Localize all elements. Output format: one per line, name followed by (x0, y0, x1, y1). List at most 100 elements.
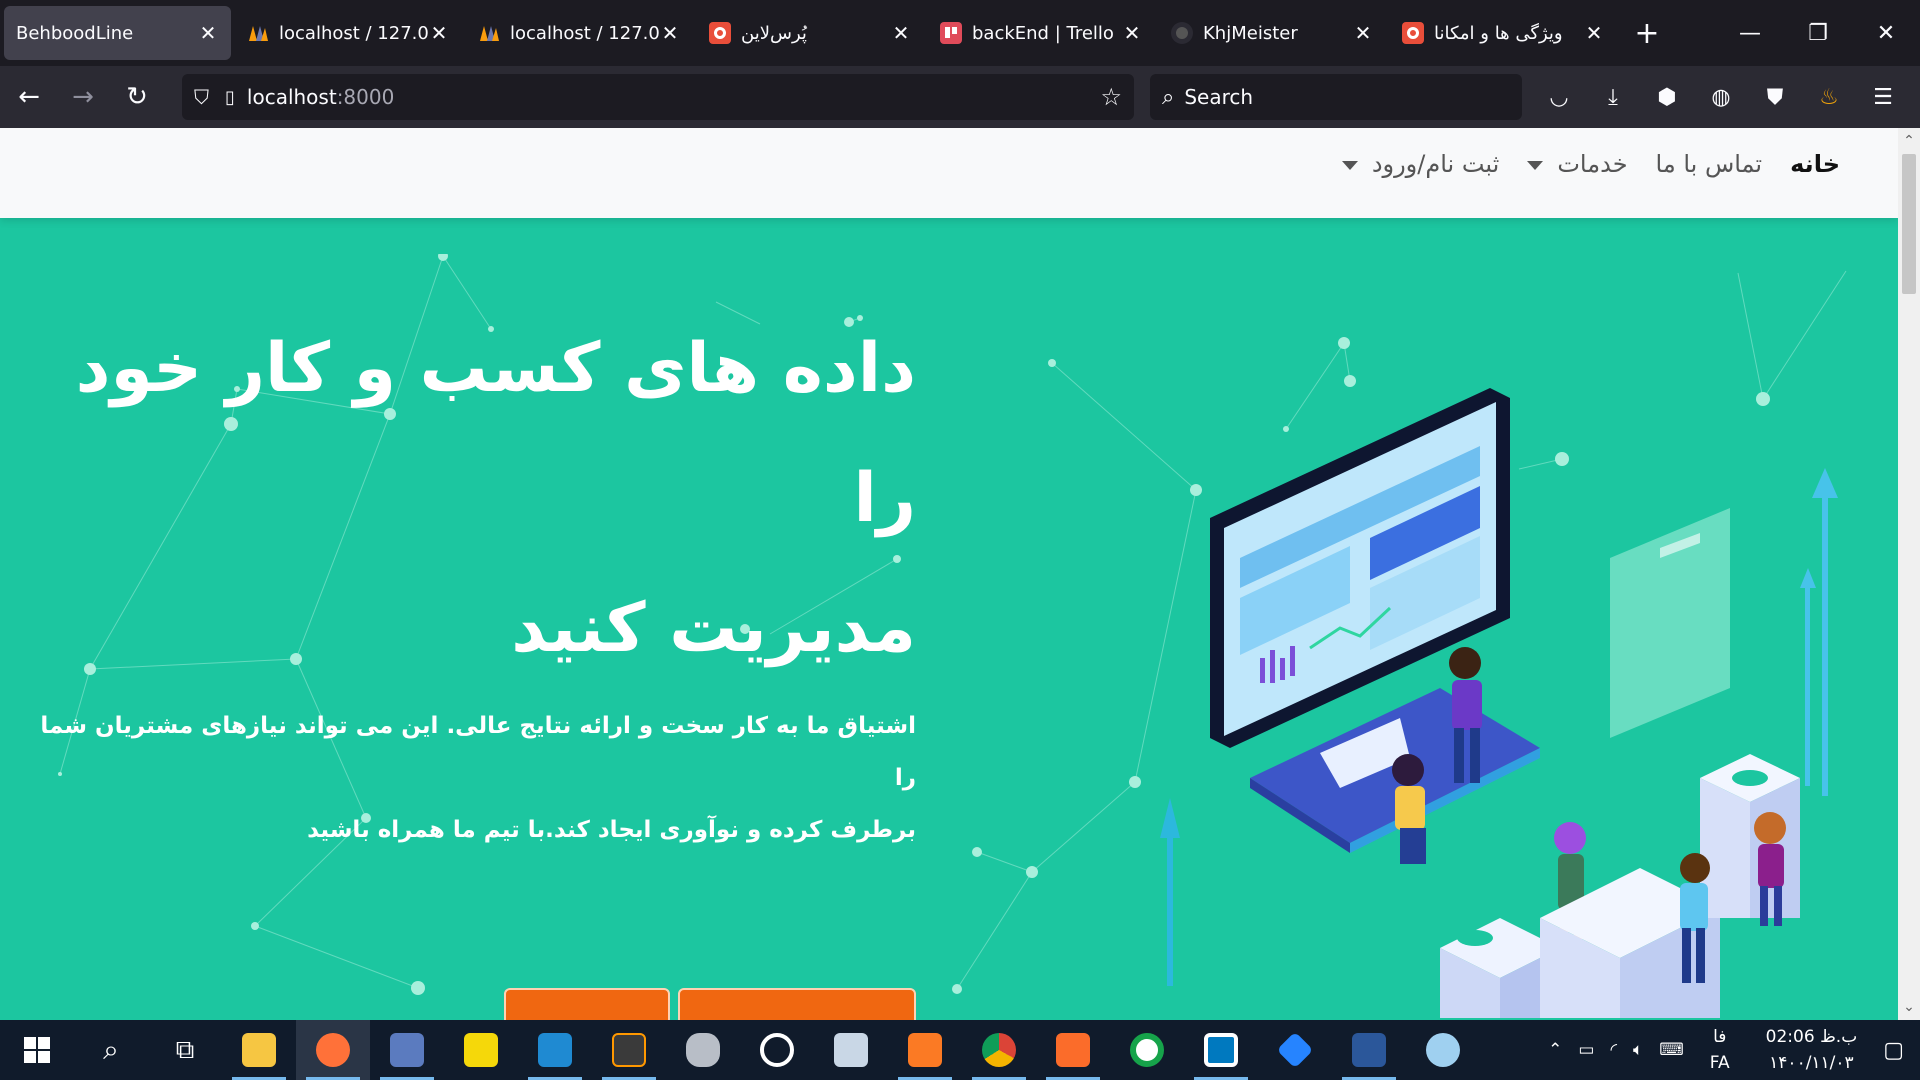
media-player-icon[interactable] (444, 1020, 518, 1080)
close-icon[interactable]: ✕ (428, 21, 450, 45)
address-bar[interactable]: ⛉ ▯ localhost:8000 ☆ (182, 74, 1134, 120)
close-icon[interactable]: ✕ (1121, 21, 1143, 45)
url-port: :8000 (336, 85, 395, 109)
bookmark-star-icon[interactable]: ☆ (1100, 83, 1122, 111)
restore-icon[interactable]: ❐ (1784, 0, 1852, 66)
network-tool-icon[interactable] (370, 1020, 444, 1080)
tab-title: ویژگی ها و امکانا (1434, 22, 1563, 44)
volume-icon[interactable]: 🔈︎ (1633, 1040, 1643, 1060)
word-icon[interactable] (1332, 1020, 1406, 1080)
ublock-icon[interactable]: ⛊ (1758, 80, 1792, 114)
vscode-icon[interactable] (518, 1020, 592, 1080)
extension-shield-icon[interactable]: ⬢ (1650, 80, 1684, 114)
language-bottom: FA (1709, 1053, 1730, 1073)
node-icon[interactable] (1110, 1020, 1184, 1080)
reload-icon[interactable]: ↻ (112, 75, 162, 119)
tab-trello[interactable]: backEnd | Trello ✕ (928, 6, 1155, 60)
nav-services[interactable]: خدمات (1527, 150, 1628, 178)
battery-icon[interactable]: ▭ (1578, 1040, 1594, 1060)
hamburger-menu-icon[interactable]: ☰ (1866, 80, 1900, 114)
url-text[interactable]: localhost:8000 (247, 85, 394, 109)
photo-icon[interactable] (814, 1020, 888, 1080)
new-tab-button[interactable]: + (1623, 9, 1671, 57)
paint-icon[interactable] (1406, 1020, 1480, 1080)
search-input[interactable]: ⌕ Search (1150, 74, 1522, 120)
start-icon[interactable] (0, 1020, 74, 1080)
extension-globe-icon[interactable]: ◍ (1704, 80, 1738, 114)
clock[interactable]: 02:06 ب.ظ ۱۴۰۰/۱۱/۰۳ (1766, 1024, 1858, 1076)
scroll-up-icon[interactable]: ⌃ (1898, 130, 1920, 152)
chevron-down-icon (1341, 160, 1358, 170)
notification-icon[interactable]: ▢ (1883, 1038, 1904, 1063)
nav-auth[interactable]: ثبت نام/ورود (1341, 150, 1500, 178)
navigation-toolbar: ← → ↻ ⛉ ▯ localhost:8000 ☆ ⌕ Search ◡ ⤓ … (0, 66, 1920, 128)
search-icon: ⌕ (1162, 84, 1175, 110)
tab-behboodline[interactable]: BehboodLine ✕ (4, 6, 231, 60)
minimize-icon[interactable]: — (1716, 0, 1784, 66)
tab-porsline[interactable]: پُرس‌لاین ✕ (697, 6, 924, 60)
close-icon[interactable]: ✕ (890, 21, 912, 45)
tab-title: localhost / 127.0.0 (510, 22, 659, 44)
close-icon[interactable]: ✕ (1583, 21, 1605, 45)
hero-subtitle-line1: اشتیاق ما به کار سخت و ارائه نتایج عالی.… (40, 713, 916, 791)
jetbrains-icon[interactable] (1036, 1020, 1110, 1080)
hero-headline-line1: داده های کسب و کار خود را (75, 329, 916, 538)
nav-services-label: خدمات (1557, 150, 1628, 178)
nav-home[interactable]: خانه (1790, 150, 1840, 178)
start-now-button[interactable]: هم اکنون شروع کنید (678, 988, 916, 1020)
hero-headline-line2: مدیریت کنید (511, 589, 916, 668)
nav-contact[interactable]: تماس با ما (1656, 150, 1763, 178)
hero-buttons: هم اکنون شروع کنید تماشای ویدئو (504, 988, 916, 1020)
page-scrollbar[interactable]: ⌃ ⌄ (1898, 128, 1920, 1020)
watch-video-button[interactable]: تماشای ویدئو (504, 988, 670, 1020)
tab-github[interactable]: KhjMeister ✕ (1159, 6, 1386, 60)
site-menu: خانه تماس با ما خدمات ثبت نام/ورود (1341, 150, 1840, 178)
phpmyadmin-icon (247, 22, 269, 44)
search-icon[interactable]: ⌕ (74, 1020, 148, 1080)
download-icon[interactable]: ⤓ (1596, 80, 1630, 114)
chrome-icon[interactable] (962, 1020, 1036, 1080)
tab-features[interactable]: ویژگی ها و امکانا ✕ (1390, 6, 1617, 60)
close-icon[interactable]: ✕ (1352, 21, 1374, 45)
nav-auth-label: ثبت نام/ورود (1371, 150, 1500, 178)
porsline-icon (1402, 22, 1424, 44)
tab-title: BehboodLine (16, 22, 134, 44)
page-icon: ▯ (225, 86, 235, 108)
tab-title: localhost / 127.0.0 (279, 22, 428, 44)
trello-icon (940, 22, 962, 44)
wifi-icon[interactable]: ◜ (1610, 1040, 1617, 1060)
obs-icon[interactable] (740, 1020, 814, 1080)
tab-localhost-2[interactable]: localhost / 127.0.0 ✕ (466, 6, 693, 60)
chevron-up-icon[interactable]: ⌃ (1548, 1040, 1562, 1060)
hero-subtitle-line2: برطرف کرده و نوآوری ایجاد کند.با تیم ما … (307, 817, 916, 843)
sublime-icon[interactable] (592, 1020, 666, 1080)
sourcetree-icon[interactable] (1258, 1020, 1332, 1080)
forward-arrow-icon[interactable]: → (58, 75, 108, 119)
hero-headline: داده های کسب و کار خود را مدیریت کنید (16, 304, 916, 694)
scroll-down-icon[interactable]: ⌄ (1898, 996, 1920, 1018)
language-indicator[interactable]: فا FA (1710, 1024, 1730, 1076)
pocket-icon[interactable]: ◡ (1542, 80, 1576, 114)
clock-date: ۱۴۰۰/۱۱/۰۳ (1769, 1053, 1854, 1073)
trello-icon[interactable] (1184, 1020, 1258, 1080)
shield-icon[interactable]: ⛉ (194, 85, 209, 109)
chevron-down-icon (1527, 160, 1544, 170)
firefox-icon[interactable] (296, 1020, 370, 1080)
extension-flame-icon[interactable]: ♨ (1812, 80, 1846, 114)
keyboard-icon[interactable]: ⌨ (1659, 1040, 1684, 1060)
tab-title: پُرس‌لاین (741, 22, 807, 44)
url-host: localhost (246, 85, 337, 109)
back-arrow-icon[interactable]: ← (4, 75, 54, 119)
close-icon[interactable]: ✕ (659, 21, 681, 45)
clock-time: 02:06 ب.ظ (1765, 1027, 1858, 1047)
xampp-icon[interactable] (888, 1020, 962, 1080)
language-top: فا (1713, 1027, 1727, 1047)
close-icon[interactable]: ✕ (197, 21, 219, 45)
tab-localhost-1[interactable]: localhost / 127.0.0 ✕ (235, 6, 462, 60)
scrollbar-thumb[interactable] (1902, 154, 1916, 294)
porsline-icon (709, 22, 731, 44)
task-view-icon[interactable]: ⧉ (148, 1020, 222, 1080)
database-icon[interactable] (666, 1020, 740, 1080)
file-explorer-icon[interactable] (222, 1020, 296, 1080)
close-window-icon[interactable]: ✕ (1852, 0, 1920, 66)
